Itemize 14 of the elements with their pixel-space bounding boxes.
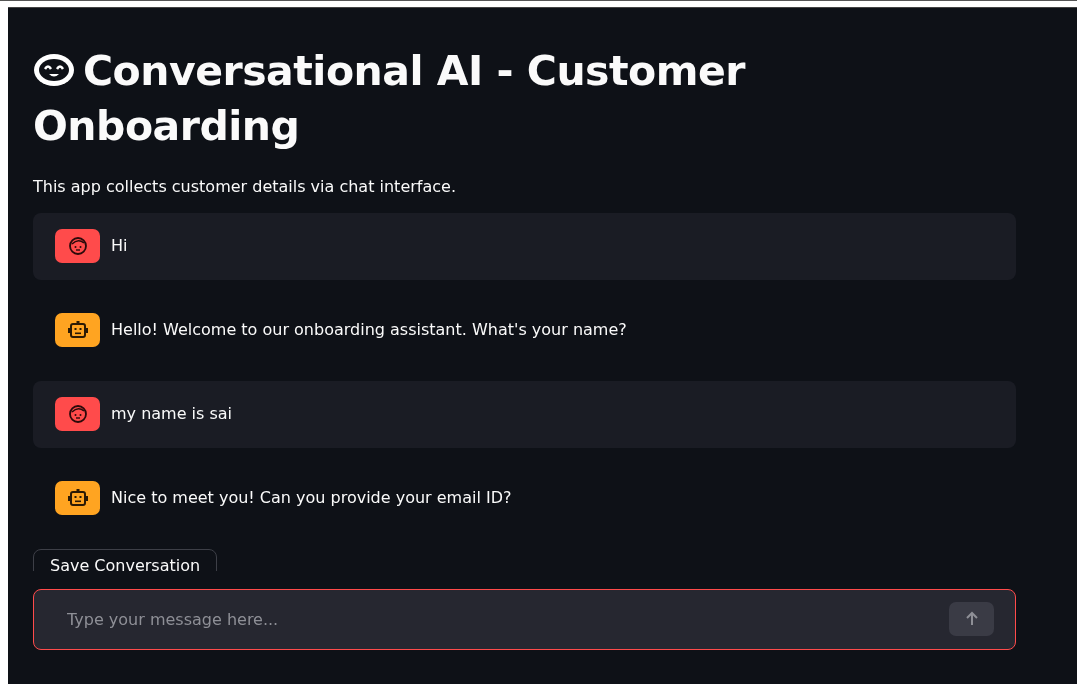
save-conversation-button[interactable]: Save Conversation bbox=[33, 548, 218, 571]
robot-icon bbox=[66, 488, 89, 509]
robot-icon bbox=[66, 320, 89, 341]
message-text: Nice to meet you! Can you provide your email ID? bbox=[111, 487, 512, 510]
message-text: Hello! Welcome to our onboarding assistant. What's your name? bbox=[111, 319, 627, 342]
user-face-icon bbox=[67, 236, 88, 257]
smiley-icon bbox=[33, 53, 75, 87]
page-title: Conversational AI - Customer Onboarding bbox=[33, 46, 747, 153]
chat-input-field[interactable]: Type your message here... bbox=[33, 588, 1016, 650]
message-text: my name is sai bbox=[111, 403, 233, 426]
send-button[interactable] bbox=[949, 601, 994, 636]
user-face-icon bbox=[67, 404, 88, 425]
message-text: Hi bbox=[111, 235, 128, 258]
caption: This app collects customer details via chat interface. bbox=[33, 175, 457, 198]
